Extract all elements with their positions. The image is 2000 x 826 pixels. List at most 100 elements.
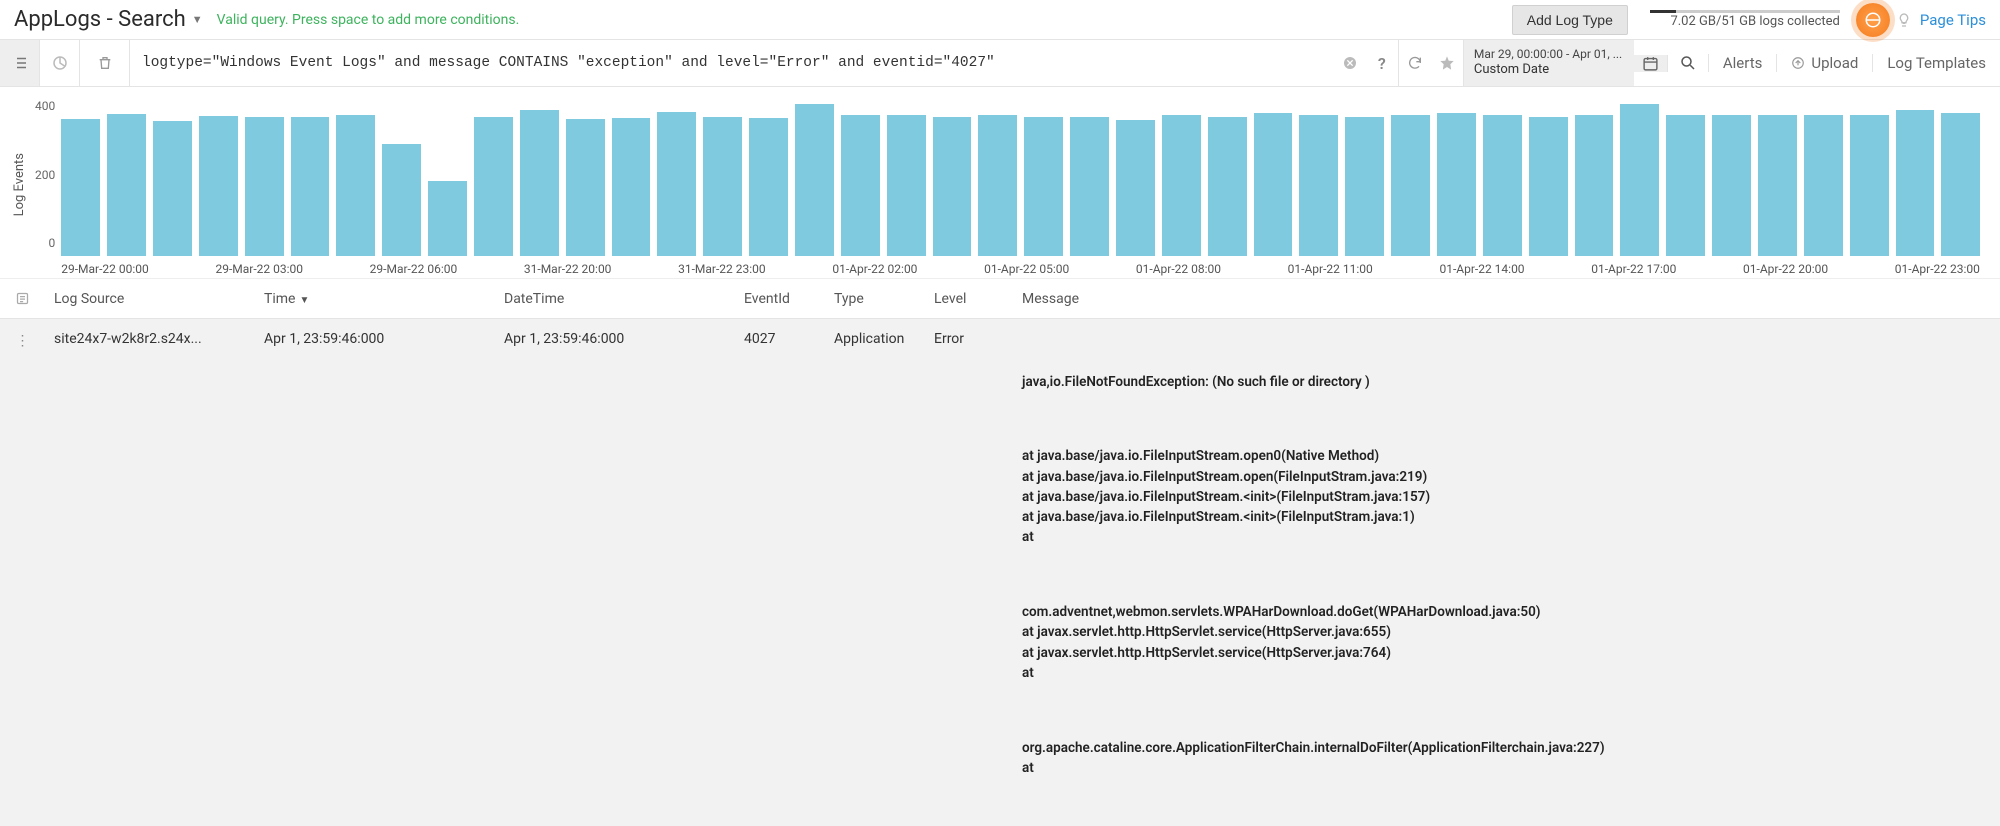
page-tips-link[interactable]: Page Tips [1920, 11, 1986, 29]
chart-bar[interactable] [1162, 115, 1201, 256]
chart-bar[interactable] [520, 110, 559, 256]
xtick: 31-Mar-22 20:00 [524, 262, 612, 276]
alerts-link[interactable]: Alerts [1708, 54, 1777, 72]
cell-datetime: Apr 1, 23:59:46:000 [494, 331, 734, 347]
chart-bar[interactable] [1070, 117, 1109, 256]
query-input[interactable] [130, 40, 1334, 86]
col-type[interactable]: Type [824, 291, 924, 307]
chart-bar[interactable] [1254, 113, 1293, 256]
upload-label: Upload [1811, 54, 1858, 72]
chart-bar[interactable] [1941, 113, 1980, 256]
cell-eventid: 4027 [734, 331, 824, 347]
star-icon[interactable] [1431, 55, 1463, 71]
sort-desc-icon: ▼ [299, 295, 309, 306]
page-title[interactable]: AppLogs - Search ▼ [14, 7, 203, 32]
chart-bar[interactable] [749, 118, 788, 256]
chart-bar[interactable] [199, 116, 238, 256]
col-time-label: Time [264, 291, 295, 307]
chart-bar[interactable] [1850, 115, 1889, 256]
chart-bar[interactable] [1620, 104, 1659, 256]
date-range-picker[interactable]: Mar 29, 00:00:00 - Apr 01, ... Custom Da… [1464, 40, 1634, 86]
col-time[interactable]: Time ▼ [254, 291, 494, 307]
cell-level: Error [924, 331, 994, 347]
chart-bar[interactable] [566, 119, 605, 256]
col-log-source[interactable]: Log Source [44, 291, 254, 307]
y-axis-label: Log Events [8, 153, 31, 216]
msg-p3: com.adventnet,webmon.servlets.WPAHarDown… [1022, 602, 1990, 683]
ytick: 0 [48, 236, 55, 250]
upload-link[interactable]: Upload [1776, 54, 1872, 72]
chart-bar[interactable] [1575, 115, 1614, 256]
table-row: ⋮ site24x7-w2k8r2.s24x... Apr 1, 23:59:4… [0, 319, 2000, 826]
chart-bar[interactable] [1529, 117, 1568, 256]
chart-bars[interactable] [61, 93, 1980, 256]
chart-bar[interactable] [1896, 110, 1935, 256]
col-level[interactable]: Level [924, 291, 994, 307]
trash-icon[interactable] [80, 40, 130, 86]
cell-type: Application [824, 331, 924, 347]
chart-bar[interactable] [382, 144, 421, 256]
chart-bar[interactable] [1299, 115, 1338, 256]
chart-bar[interactable] [1345, 117, 1384, 256]
msg-p4: org.apache.cataline.core.ApplicationFilt… [1022, 738, 1990, 779]
log-templates-link[interactable]: Log Templates [1872, 54, 2000, 72]
add-logtype-button[interactable]: Add Log Type [1512, 5, 1628, 35]
query-bar: ? Mar 29, 00:00:00 - Apr 01, ... Custom … [0, 40, 2000, 87]
chart-bar[interactable] [978, 115, 1017, 256]
chart-bar[interactable] [1712, 115, 1751, 256]
chart-bar[interactable] [1391, 115, 1430, 256]
chart-bar[interactable] [703, 117, 742, 256]
xtick: 29-Mar-22 00:00 [61, 262, 149, 276]
select-all-checkbox[interactable] [0, 291, 44, 306]
refresh-icon[interactable] [1399, 55, 1431, 71]
row-menu-icon[interactable]: ⋮ [0, 331, 44, 349]
chart-bar[interactable] [428, 181, 467, 256]
col-message[interactable]: Message [994, 291, 2000, 307]
assistant-orb-icon[interactable] [1856, 3, 1890, 37]
chart-bar[interactable] [1666, 115, 1705, 256]
xtick: 29-Mar-22 03:00 [215, 262, 303, 276]
clear-icon[interactable] [1334, 55, 1366, 71]
chart-bar[interactable] [245, 117, 284, 256]
chart-bar[interactable] [291, 117, 330, 256]
chart-bar[interactable] [657, 112, 696, 257]
chart-bar[interactable] [1116, 120, 1155, 256]
query-status-text: Valid query. Press space to add more con… [217, 12, 520, 28]
xtick: 01-Apr-22 20:00 [1743, 262, 1828, 276]
chart-bar[interactable] [336, 115, 375, 256]
xtick: 01-Apr-22 08:00 [1136, 262, 1221, 276]
chart-bar[interactable] [1437, 113, 1476, 256]
chart-bar[interactable] [887, 115, 926, 256]
cell-message: java,io.FileNotFoundException: (No such … [994, 331, 2000, 826]
pie-view-icon[interactable] [40, 40, 80, 86]
chart-bar[interactable] [474, 117, 513, 256]
chart-bar[interactable] [107, 114, 146, 256]
search-icon[interactable] [1668, 54, 1708, 72]
xtick: 01-Apr-22 02:00 [832, 262, 917, 276]
help-icon[interactable]: ? [1366, 54, 1398, 73]
chart-bar[interactable] [795, 104, 834, 256]
chart-bar[interactable] [1024, 117, 1063, 256]
chart-bar[interactable] [1758, 115, 1797, 256]
chart-bar[interactable] [841, 115, 880, 256]
chart-bar[interactable] [612, 118, 651, 256]
table-header: Log Source Time ▼ DateTime EventId Type L… [0, 279, 2000, 319]
chart-bar[interactable] [61, 119, 100, 256]
xtick: 01-Apr-22 14:00 [1439, 262, 1524, 276]
chart-bar[interactable] [1483, 115, 1522, 256]
chart-bar[interactable] [1208, 117, 1247, 256]
col-eventid[interactable]: EventId [734, 291, 824, 307]
chart-bar[interactable] [1804, 115, 1843, 256]
quota-bar [1650, 10, 1840, 13]
xtick: 29-Mar-22 06:00 [370, 262, 458, 276]
quota-indicator: 7.02 GB/51 GB logs collected [1650, 10, 1840, 29]
col-datetime[interactable]: DateTime [494, 291, 734, 307]
chart-bar[interactable] [153, 121, 192, 256]
chart-bar[interactable] [933, 117, 972, 256]
xtick: 01-Apr-22 11:00 [1288, 262, 1373, 276]
bulb-icon[interactable] [1896, 12, 1912, 28]
page-title-text: AppLogs - Search [14, 7, 186, 32]
msg-p1: java,io.FileNotFoundException: (No such … [1022, 372, 1990, 392]
calendar-icon[interactable] [1634, 55, 1668, 72]
list-view-icon[interactable] [0, 40, 40, 86]
